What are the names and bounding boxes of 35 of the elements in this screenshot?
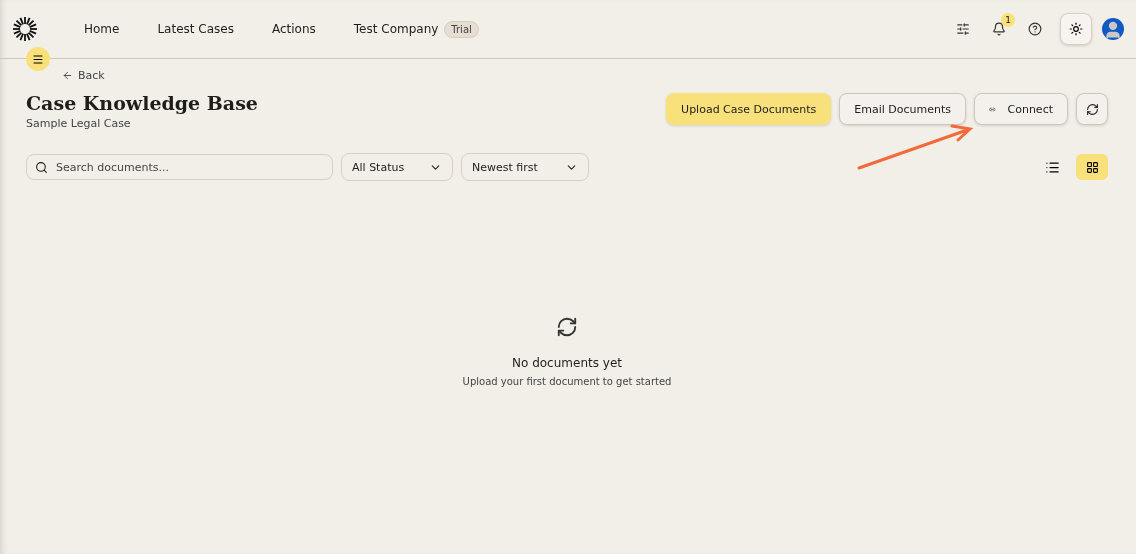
nav-link[interactable]: Latest Cases [157, 22, 234, 36]
search-input[interactable]: Search documents... [54, 159, 324, 175]
trial-badge: Trial [444, 20, 479, 38]
sun-icon [1069, 22, 1083, 36]
filter-dropdown[interactable]: Newest first [461, 153, 589, 181]
empty-text: Upload your first document to get started [462, 376, 672, 387]
nav-link[interactable]: Home [84, 22, 120, 36]
notification-count: 1 [1001, 13, 1015, 27]
connect-button[interactable]: Connect [974, 93, 1068, 125]
refresh-icon [1085, 102, 1099, 116]
empty-title: No documents yet [512, 356, 622, 370]
menu-button[interactable] [26, 47, 50, 71]
grid-view-icon [1085, 160, 1099, 174]
nav-link[interactable]: Actions [271, 22, 316, 36]
back-link[interactable]: Back [62, 69, 1108, 82]
theme-toggle-button[interactable] [1060, 13, 1092, 45]
upload-button[interactable]: Upload Case Documents [666, 93, 832, 125]
sliders-icon[interactable] [956, 22, 970, 36]
arrow-left-icon [62, 70, 73, 81]
refresh-button[interactable] [1076, 93, 1108, 125]
help-icon[interactable] [1028, 22, 1042, 36]
search-icon [35, 160, 48, 174]
avatar-icon[interactable] [1102, 18, 1124, 40]
logo-icon [12, 16, 38, 42]
company-name[interactable]: Test Company [353, 22, 439, 36]
page-subtitle: Sample Legal Case [26, 117, 132, 130]
email-button[interactable]: Email Documents [839, 93, 966, 125]
filter-dropdown[interactable]: All Status [341, 153, 453, 181]
view-toggle-button[interactable] [1076, 154, 1108, 180]
empty-state-icon [556, 316, 578, 338]
notification-button[interactable] [992, 22, 1006, 36]
search-field[interactable]: Search documents... [26, 154, 333, 180]
page-title: Case Knowledge Base [26, 92, 258, 114]
menu-icon [32, 52, 44, 66]
list-view-icon [1044, 159, 1060, 175]
